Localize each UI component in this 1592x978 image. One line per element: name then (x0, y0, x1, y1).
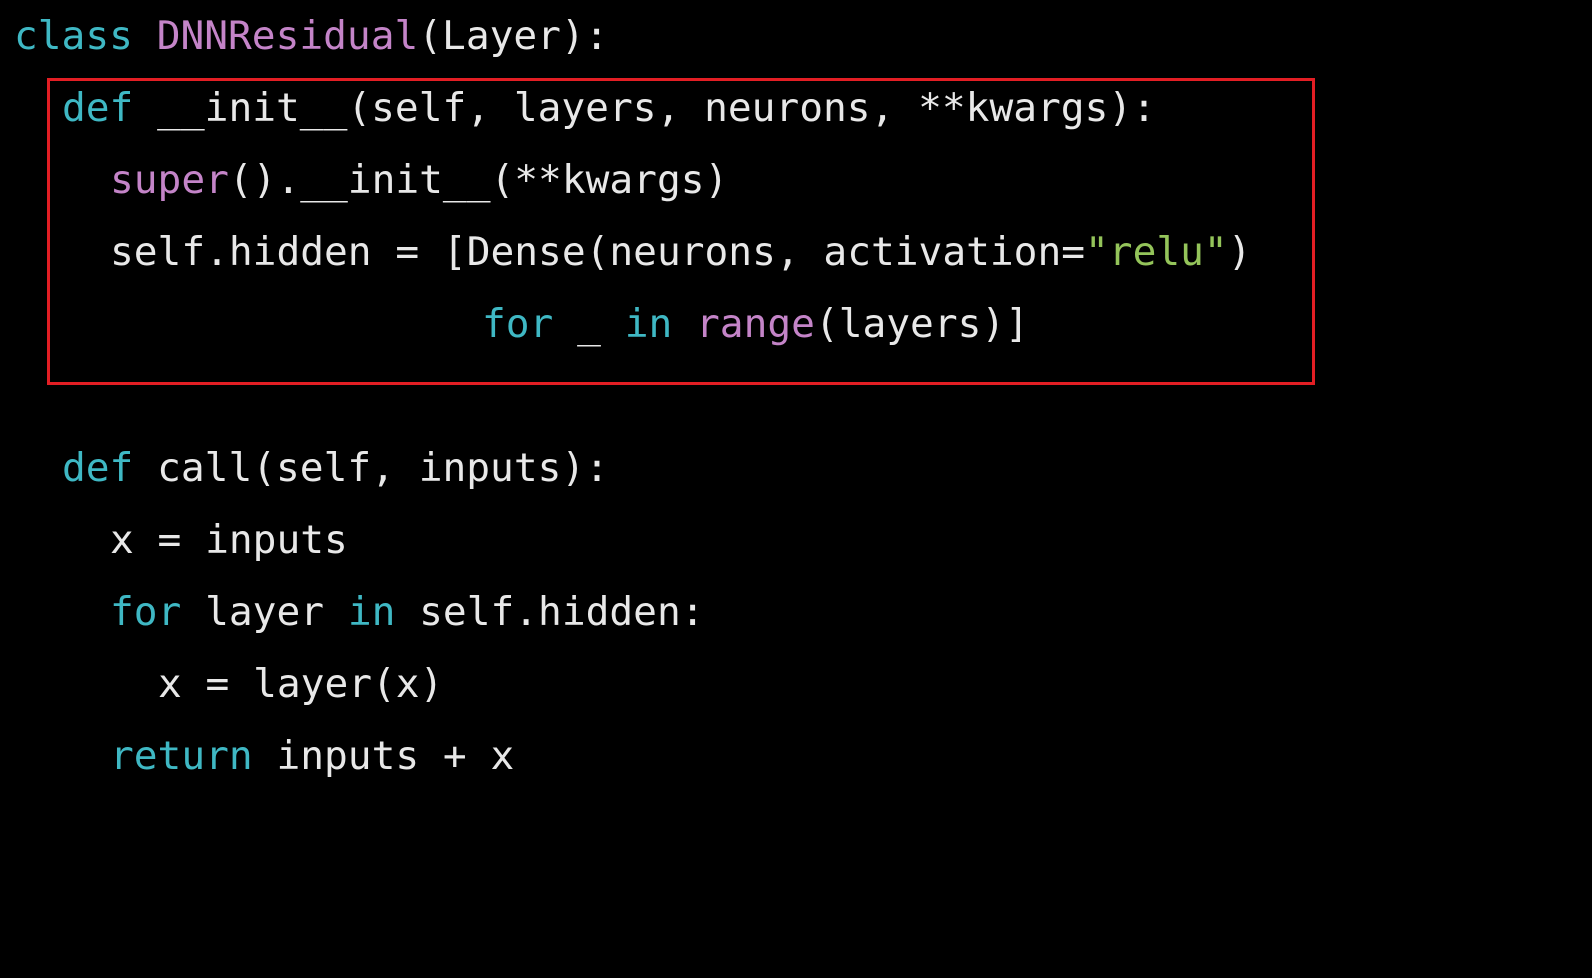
code-line-x-inputs: x = inputs (110, 517, 348, 563)
code-token-plain: call(self, inputs): (133, 445, 609, 491)
code-line-return: return inputs + x (110, 733, 514, 779)
code-line-for-layer: for layer in self.hidden: (110, 589, 705, 635)
code-token-keyword: class (14, 13, 133, 59)
code-token-plain: inputs + x (252, 733, 515, 779)
code-line-def-call: def call(self, inputs): (62, 445, 609, 491)
code-token-plain: self.hidden: (395, 589, 705, 635)
code-line-x-layer: x = layer(x) (158, 661, 443, 707)
code-token-keyword: def (62, 445, 134, 491)
code-token-plain: x = inputs (110, 517, 348, 563)
code-token-keyword: return (110, 733, 253, 779)
code-token-plain: layer (181, 589, 348, 635)
highlight-box (47, 78, 1315, 385)
code-token-keyword: for (110, 589, 182, 635)
code-token-plain: x = layer(x) (158, 661, 444, 707)
code-line-class: class DNNResidual(Layer): (14, 13, 609, 59)
code-token-plain: (Layer): (418, 13, 609, 59)
code-slide: class DNNResidual(Layer): def __init__(s… (0, 0, 1592, 978)
code-token-builtin: DNNResidual (156, 13, 419, 59)
code-token-keyword: in (347, 589, 396, 635)
